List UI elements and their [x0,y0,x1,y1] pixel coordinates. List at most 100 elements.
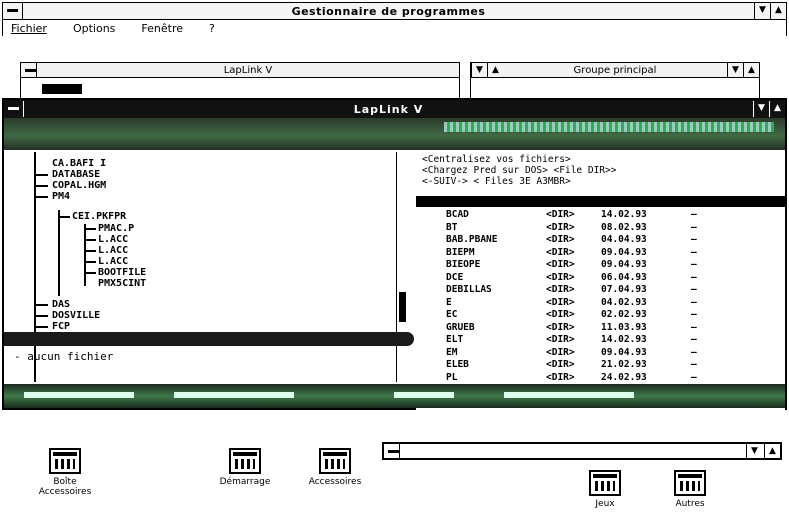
file-row[interactable]: E <DIR> 04.02.93 — [416,297,785,309]
laplink-system-menu-icon[interactable] [4,101,24,117]
file-row[interactable]: DEBILLAS <DIR> 07.04.93 — [416,284,785,296]
file-date: 14.02.93 [601,334,647,345]
file-size-dash: — [691,296,697,308]
tree-connector [34,315,48,317]
program-group-icon[interactable]: Boîte Accessoires [30,448,100,497]
minimize-button[interactable]: ▼ [754,3,770,19]
tree-item[interactable]: CA.BAFI I [52,158,106,169]
tree-item[interactable]: DATABASE [52,169,100,180]
main-group-title: Groupe principal [573,64,657,76]
tree-item[interactable]: L.ACC [98,234,128,245]
file-row[interactable]: EC <DIR> 02.02.93 — [416,309,785,321]
file-row[interactable]: BCAD <DIR> 14.02.93 — [416,209,785,221]
file-row[interactable]: GRUEB <DIR> 11.03.93 — [416,322,785,334]
file-row[interactable]: EM <DIR> 09.04.93 — [416,347,785,359]
file-name: ELT [446,334,464,345]
file-date: 04.04.93 [601,234,647,245]
tree-item[interactable]: FCP [52,321,70,332]
file-row[interactable]: BIEPM <DIR> 09.04.93 — [416,247,785,259]
tree-connector [34,196,48,198]
file-row[interactable]: BT <DIR> 08.02.93 — [416,222,785,234]
tree-connector [34,304,48,306]
system-menu-icon[interactable] [3,3,23,19]
status-segment [394,392,454,398]
child-maximize-button-2[interactable]: ▲ [743,63,759,77]
file-row[interactable]: ELEB <DIR> 21.02.93 — [416,359,785,371]
program-group-label: Jeux [595,499,615,509]
menu-fenetre[interactable]: Fenêtre [141,22,183,35]
program-group-icon[interactable]: Jeux [575,470,635,509]
laplink-window[interactable]: LapLink V ▼ ▲ CA.BAFI I DATABASE COPAL.H… [2,98,787,410]
program-group-icon-glyph [229,448,261,474]
minimized-group-window[interactable]: ▼ ▲ [382,442,782,460]
menu-fichier[interactable]: Fichier [11,22,47,35]
laplink-minimize-button[interactable]: ▼ [753,101,769,117]
left-directory-tree[interactable]: CA.BAFI I DATABASE COPAL.HGM PM4 CEI.PKF… [8,152,408,382]
right-file-list[interactable]: <Centralisez vos fichiers> <Chargez Pred… [416,152,785,410]
file-row[interactable]: BIEOPE <DIR> 09.04.93 — [416,259,785,271]
tree-item[interactable]: PMX5CINT [98,278,146,289]
maximize-button[interactable]: ▲ [770,3,786,19]
group-system-menu-icon[interactable] [384,444,400,458]
group-maximize-button[interactable]: ▲ [764,444,780,458]
file-name: BCAD [446,209,469,220]
file-name: GRUEB [446,321,475,333]
file-dir-marker: <DIR> [546,234,575,245]
file-size-dash: — [691,284,697,295]
tree-item[interactable]: DOSVILLE [52,310,100,321]
tree-connector [34,174,48,176]
file-row[interactable]: PL <DIR> 24.02.93 — [416,372,785,384]
program-manager-titlebar[interactable]: Gestionnaire de programmes ▼ ▲ [2,2,787,20]
tree-item[interactable]: PM4 [52,191,70,202]
laplink-titlebar[interactable]: LapLink V ▼ ▲ [4,100,785,118]
tree-connector [58,210,60,296]
menu-options[interactable]: Options [73,22,115,35]
file-row[interactable]: BAB.PBANE <DIR> 04.04.93 — [416,234,785,246]
file-date: 21.02.93 [601,359,647,370]
tree-item[interactable]: L.ACC [98,245,128,256]
file-dir-marker: <DIR> [546,271,575,283]
file-size-dash: — [691,359,697,370]
child-minimize-button[interactable]: ▼ [471,63,487,77]
file-name: DCE [446,271,464,283]
group-minimize-button[interactable]: ▼ [746,444,762,458]
file-name: EM [446,346,458,358]
no-files-text: - aucun fichier [14,350,114,363]
tree-connector [34,185,48,187]
file-size-dash: — [691,246,697,258]
tree-item[interactable]: COPAL.HGM [52,180,106,191]
left-pane-scrollbar[interactable] [396,152,408,382]
file-row[interactable]: ELT <DIR> 14.02.93 — [416,334,785,346]
child-maximize-button[interactable]: ▲ [487,63,503,77]
child-window-body-left [20,78,460,98]
tree-item[interactable]: BOOTFILE [98,267,146,278]
laplink-title: LapLink V [353,102,424,116]
laplink-group-titlebar[interactable]: LapLink V [20,62,460,78]
child-system-menu-icon[interactable] [21,63,37,77]
program-group-label: Accessoires [308,477,362,487]
menu-aide[interactable]: ? [209,22,215,35]
scrollbar-thumb[interactable] [399,292,406,322]
tree-item[interactable]: L.ACC [98,256,128,267]
file-dir-marker: <DIR> [546,221,575,233]
remote-path-band [444,122,774,132]
tree-connector [34,326,48,328]
file-date: 02.02.93 [601,309,647,320]
child-minimize-button-2[interactable]: ▼ [727,63,743,77]
tree-item[interactable]: DAS [52,299,70,310]
program-group-icon[interactable]: Accessoires [295,448,375,487]
file-dir-marker: <DIR> [546,209,575,220]
program-group-icon[interactable]: Autres [660,470,720,509]
file-name: DEBILLAS [446,284,492,295]
program-group-icon[interactable]: Démarrage [205,448,285,487]
tree-item[interactable]: CEI.PKFPR [72,211,126,222]
laplink-group-title: LapLink V [223,64,273,76]
file-size-dash: — [691,221,697,233]
file-row[interactable]: DCE <DIR> 06.04.93 — [416,272,785,284]
main-group-titlebar[interactable]: ▼ ▲ Groupe principal ▼ ▲ [470,62,760,78]
file-date: 09.04.93 [601,346,647,358]
laplink-maximize-button[interactable]: ▲ [769,101,785,117]
status-segment [24,392,134,398]
tree-item[interactable]: PMAC.P [98,223,134,234]
file-name: ELEB [446,359,469,370]
